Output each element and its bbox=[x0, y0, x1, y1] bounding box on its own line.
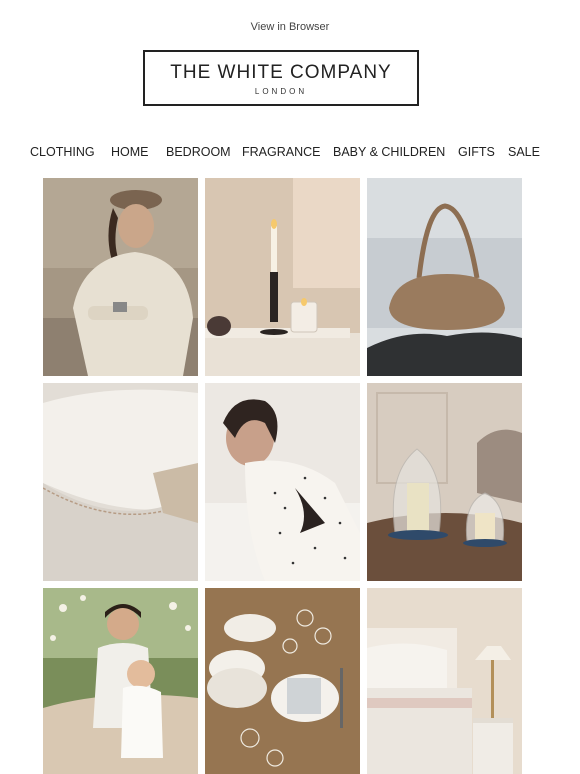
nav-item-clothing[interactable]: CLOTHING bbox=[30, 145, 95, 159]
photo-leather-bag bbox=[367, 178, 522, 376]
photo-dining-table bbox=[205, 588, 360, 774]
brand-logo[interactable]: THE WHITE COMPANY LONDON bbox=[143, 50, 419, 106]
photo-white-bed-linen bbox=[43, 383, 198, 581]
nav-item-home[interactable]: HOME bbox=[111, 145, 149, 159]
tile-table-setting[interactable] bbox=[205, 588, 360, 774]
logo-location: LONDON bbox=[254, 87, 308, 96]
photo-children-outdoors bbox=[43, 588, 198, 774]
nav-item-bedroom[interactable]: BEDROOM bbox=[166, 145, 231, 159]
photo-woman-in-cap bbox=[43, 178, 198, 376]
tile-home-candles[interactable] bbox=[205, 178, 360, 376]
view-in-browser-link[interactable]: View in Browser bbox=[0, 21, 580, 33]
tile-hurricane-lanterns[interactable] bbox=[367, 383, 522, 581]
tile-bedroom-linen[interactable] bbox=[43, 383, 198, 581]
tile-clothing-woman-cap[interactable] bbox=[43, 178, 198, 376]
main-nav: CLOTHING HOME BEDROOM FRAGRANCE BABY & C… bbox=[0, 145, 580, 161]
tile-baby-children[interactable] bbox=[43, 588, 198, 774]
photo-glass-lanterns bbox=[367, 383, 522, 581]
nav-item-sale[interactable]: SALE bbox=[508, 145, 540, 159]
photo-woman-in-bed bbox=[205, 383, 360, 581]
photo-bedroom-lamp bbox=[367, 588, 522, 774]
tile-bedroom-lamp[interactable] bbox=[367, 588, 522, 774]
nav-item-fragrance[interactable]: FRAGRANCE bbox=[242, 145, 320, 159]
photo-candles-mantel bbox=[205, 178, 360, 376]
tile-nightwear[interactable] bbox=[205, 383, 360, 581]
logo-name: THE WHITE COMPANY bbox=[170, 62, 392, 83]
tile-bag[interactable] bbox=[367, 178, 522, 376]
nav-item-gifts[interactable]: GIFTS bbox=[458, 145, 495, 159]
nav-item-baby-children[interactable]: BABY & CHILDREN bbox=[333, 145, 445, 159]
